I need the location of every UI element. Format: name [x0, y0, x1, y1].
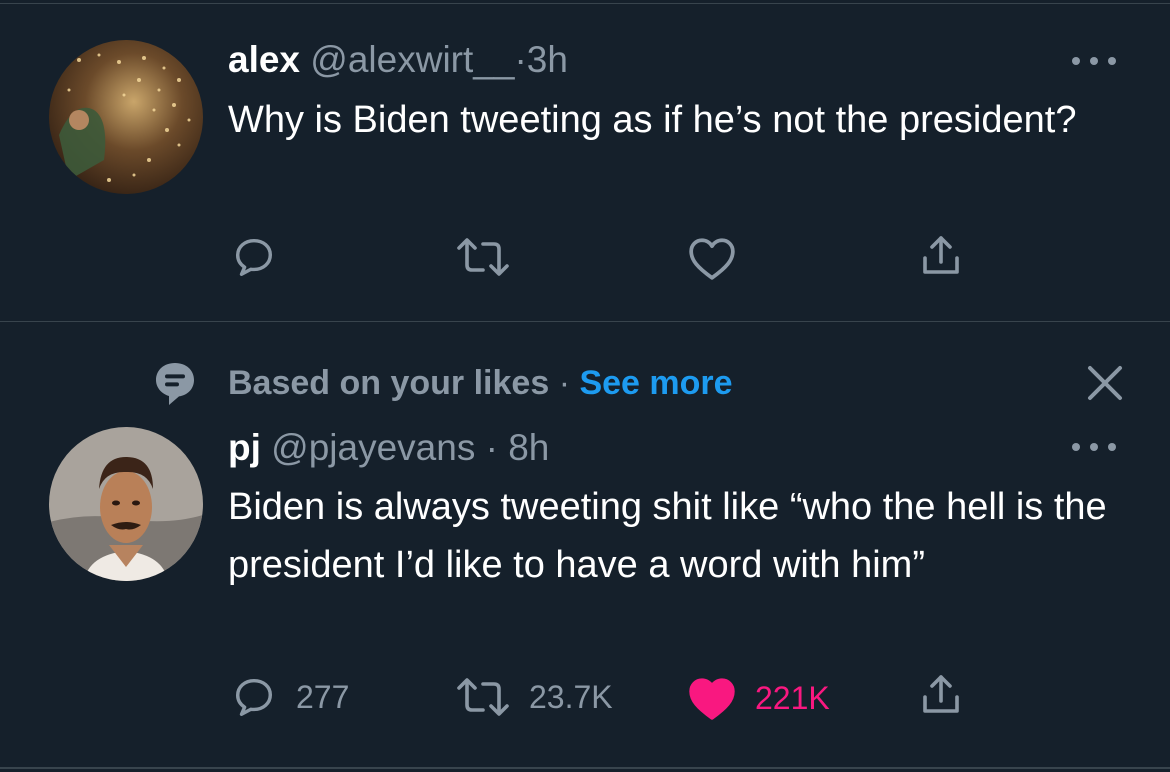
like-count: 221K [755, 680, 830, 716]
retweet-count: 23.7K [529, 679, 613, 715]
chat-bubble-lines-icon [153, 360, 197, 408]
header-separator: · [485, 427, 498, 468]
share-button[interactable] [916, 231, 966, 281]
tweet-header: pj @pjayevans · 8h [228, 426, 549, 470]
tweet-time[interactable]: 3h [527, 39, 568, 80]
tweet-divider [0, 321, 1170, 322]
avatar[interactable] [49, 427, 203, 581]
reply-button[interactable]: 277 [230, 672, 349, 722]
heart-icon [689, 678, 735, 720]
tweet-text: Biden is always tweeting shit like “who … [228, 486, 1107, 586]
social-context: Based on your likes · See more [228, 361, 733, 405]
top-divider [0, 3, 1170, 4]
heart-icon [689, 238, 735, 280]
see-more-link[interactable]: See more [579, 364, 732, 402]
more-icon[interactable] [1072, 438, 1116, 454]
header-separator: · [514, 39, 527, 80]
social-context-separator: · [558, 364, 571, 402]
like-button[interactable] [687, 233, 755, 283]
close-icon[interactable] [1084, 362, 1126, 404]
avatar-photo [49, 427, 203, 581]
display-name[interactable]: pj [228, 427, 261, 468]
avatar-photo [49, 40, 203, 194]
reply-icon [235, 238, 273, 276]
share-icon [923, 236, 959, 274]
social-context-label: Based on your likes [228, 364, 550, 402]
reply-icon [235, 678, 273, 716]
tweet-time[interactable]: 8h [508, 427, 549, 468]
like-button[interactable]: 221K [687, 673, 830, 723]
more-icon[interactable] [1072, 52, 1116, 68]
reply-count: 277 [296, 679, 350, 715]
tweet-header: alex @alexwirt__·3h [228, 38, 568, 82]
retweet-button[interactable] [455, 232, 529, 282]
user-handle[interactable]: @pjayevans [271, 427, 475, 468]
share-button[interactable] [916, 670, 966, 720]
retweet-icon [457, 678, 509, 716]
retweet-button[interactable]: 23.7K [455, 672, 613, 722]
user-handle[interactable]: @alexwirt__ [310, 39, 514, 80]
display-name[interactable]: alex [228, 39, 300, 80]
retweet-icon [457, 238, 509, 276]
reply-button[interactable] [230, 232, 296, 282]
tweet-text: Why is Biden tweeting as if he’s not the… [228, 99, 1077, 141]
bottom-divider [0, 767, 1170, 769]
avatar[interactable] [49, 40, 203, 194]
share-icon [923, 675, 959, 713]
